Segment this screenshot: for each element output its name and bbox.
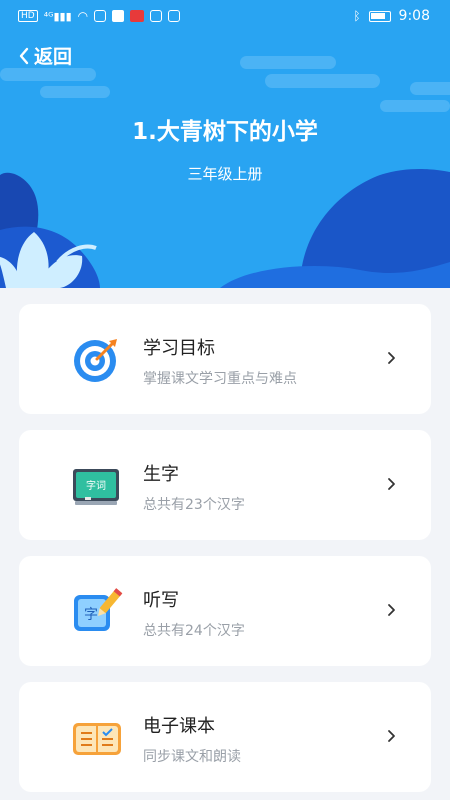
status-bar: HD ⁴ᴳ▮▮▮ ◠ ᛒ 9:08 <box>0 0 450 34</box>
card-title: 生字 <box>143 464 179 485</box>
app-notification-icon <box>112 10 125 22</box>
page-title: 1.大青树下的小学 <box>132 119 318 145</box>
battery-icon <box>368 10 391 22</box>
header-banner: HD ⁴ᴳ▮▮▮ ◠ ᛒ 9:08 返回 1.大青树下的小学 三年级上册 <box>0 0 450 288</box>
status-time: 9:08 <box>398 8 430 24</box>
chevron-right-icon <box>388 730 395 742</box>
card-new-characters[interactable]: 字词 生字 总共有23个汉字 <box>19 430 431 540</box>
app-notification-icon <box>168 10 181 22</box>
card-title: 学习目标 <box>143 338 215 359</box>
chevron-right-icon <box>388 478 395 490</box>
page-subtitle: 三年级上册 <box>187 165 263 183</box>
card-dictation[interactable]: 字 听写 总共有24个汉字 <box>19 556 431 666</box>
blackboard-text: 字词 <box>86 479 106 492</box>
card-title: 电子课本 <box>143 716 215 737</box>
target-icon <box>74 339 117 382</box>
card-desc: 掌握课文学习重点与难点 <box>143 371 297 387</box>
card-title: 听写 <box>143 590 179 611</box>
card-desc: 总共有24个汉字 <box>143 623 245 639</box>
chevron-right-icon <box>388 352 395 364</box>
bluetooth-icon: ᛒ <box>353 9 361 23</box>
app-notification-icon <box>150 10 163 22</box>
dictation-text: 字 <box>84 607 98 623</box>
app-notification-icon <box>94 10 107 22</box>
back-button[interactable]: 返回 <box>16 42 72 69</box>
book-icon <box>73 723 121 755</box>
chevron-right-icon <box>388 604 395 616</box>
card-desc: 同步课文和朗读 <box>143 749 241 765</box>
back-label: 返回 <box>34 46 73 68</box>
hd-icon: HD <box>18 10 38 22</box>
dictation-icon: 字 <box>74 588 123 631</box>
card-learning-goals[interactable]: 学习目标 掌握课文学习重点与难点 <box>19 304 431 414</box>
chevron-left-icon <box>19 47 29 64</box>
card-desc: 总共有23个汉字 <box>143 497 245 513</box>
app-notification-icon <box>130 10 145 22</box>
card-e-textbook[interactable]: 电子课本 同步课文和朗读 <box>19 682 431 792</box>
blackboard-icon: 字词 <box>73 469 119 505</box>
signal-icon: ⁴ᴳ▮▮▮ <box>43 9 72 23</box>
wifi-icon: ◠ <box>77 9 89 23</box>
